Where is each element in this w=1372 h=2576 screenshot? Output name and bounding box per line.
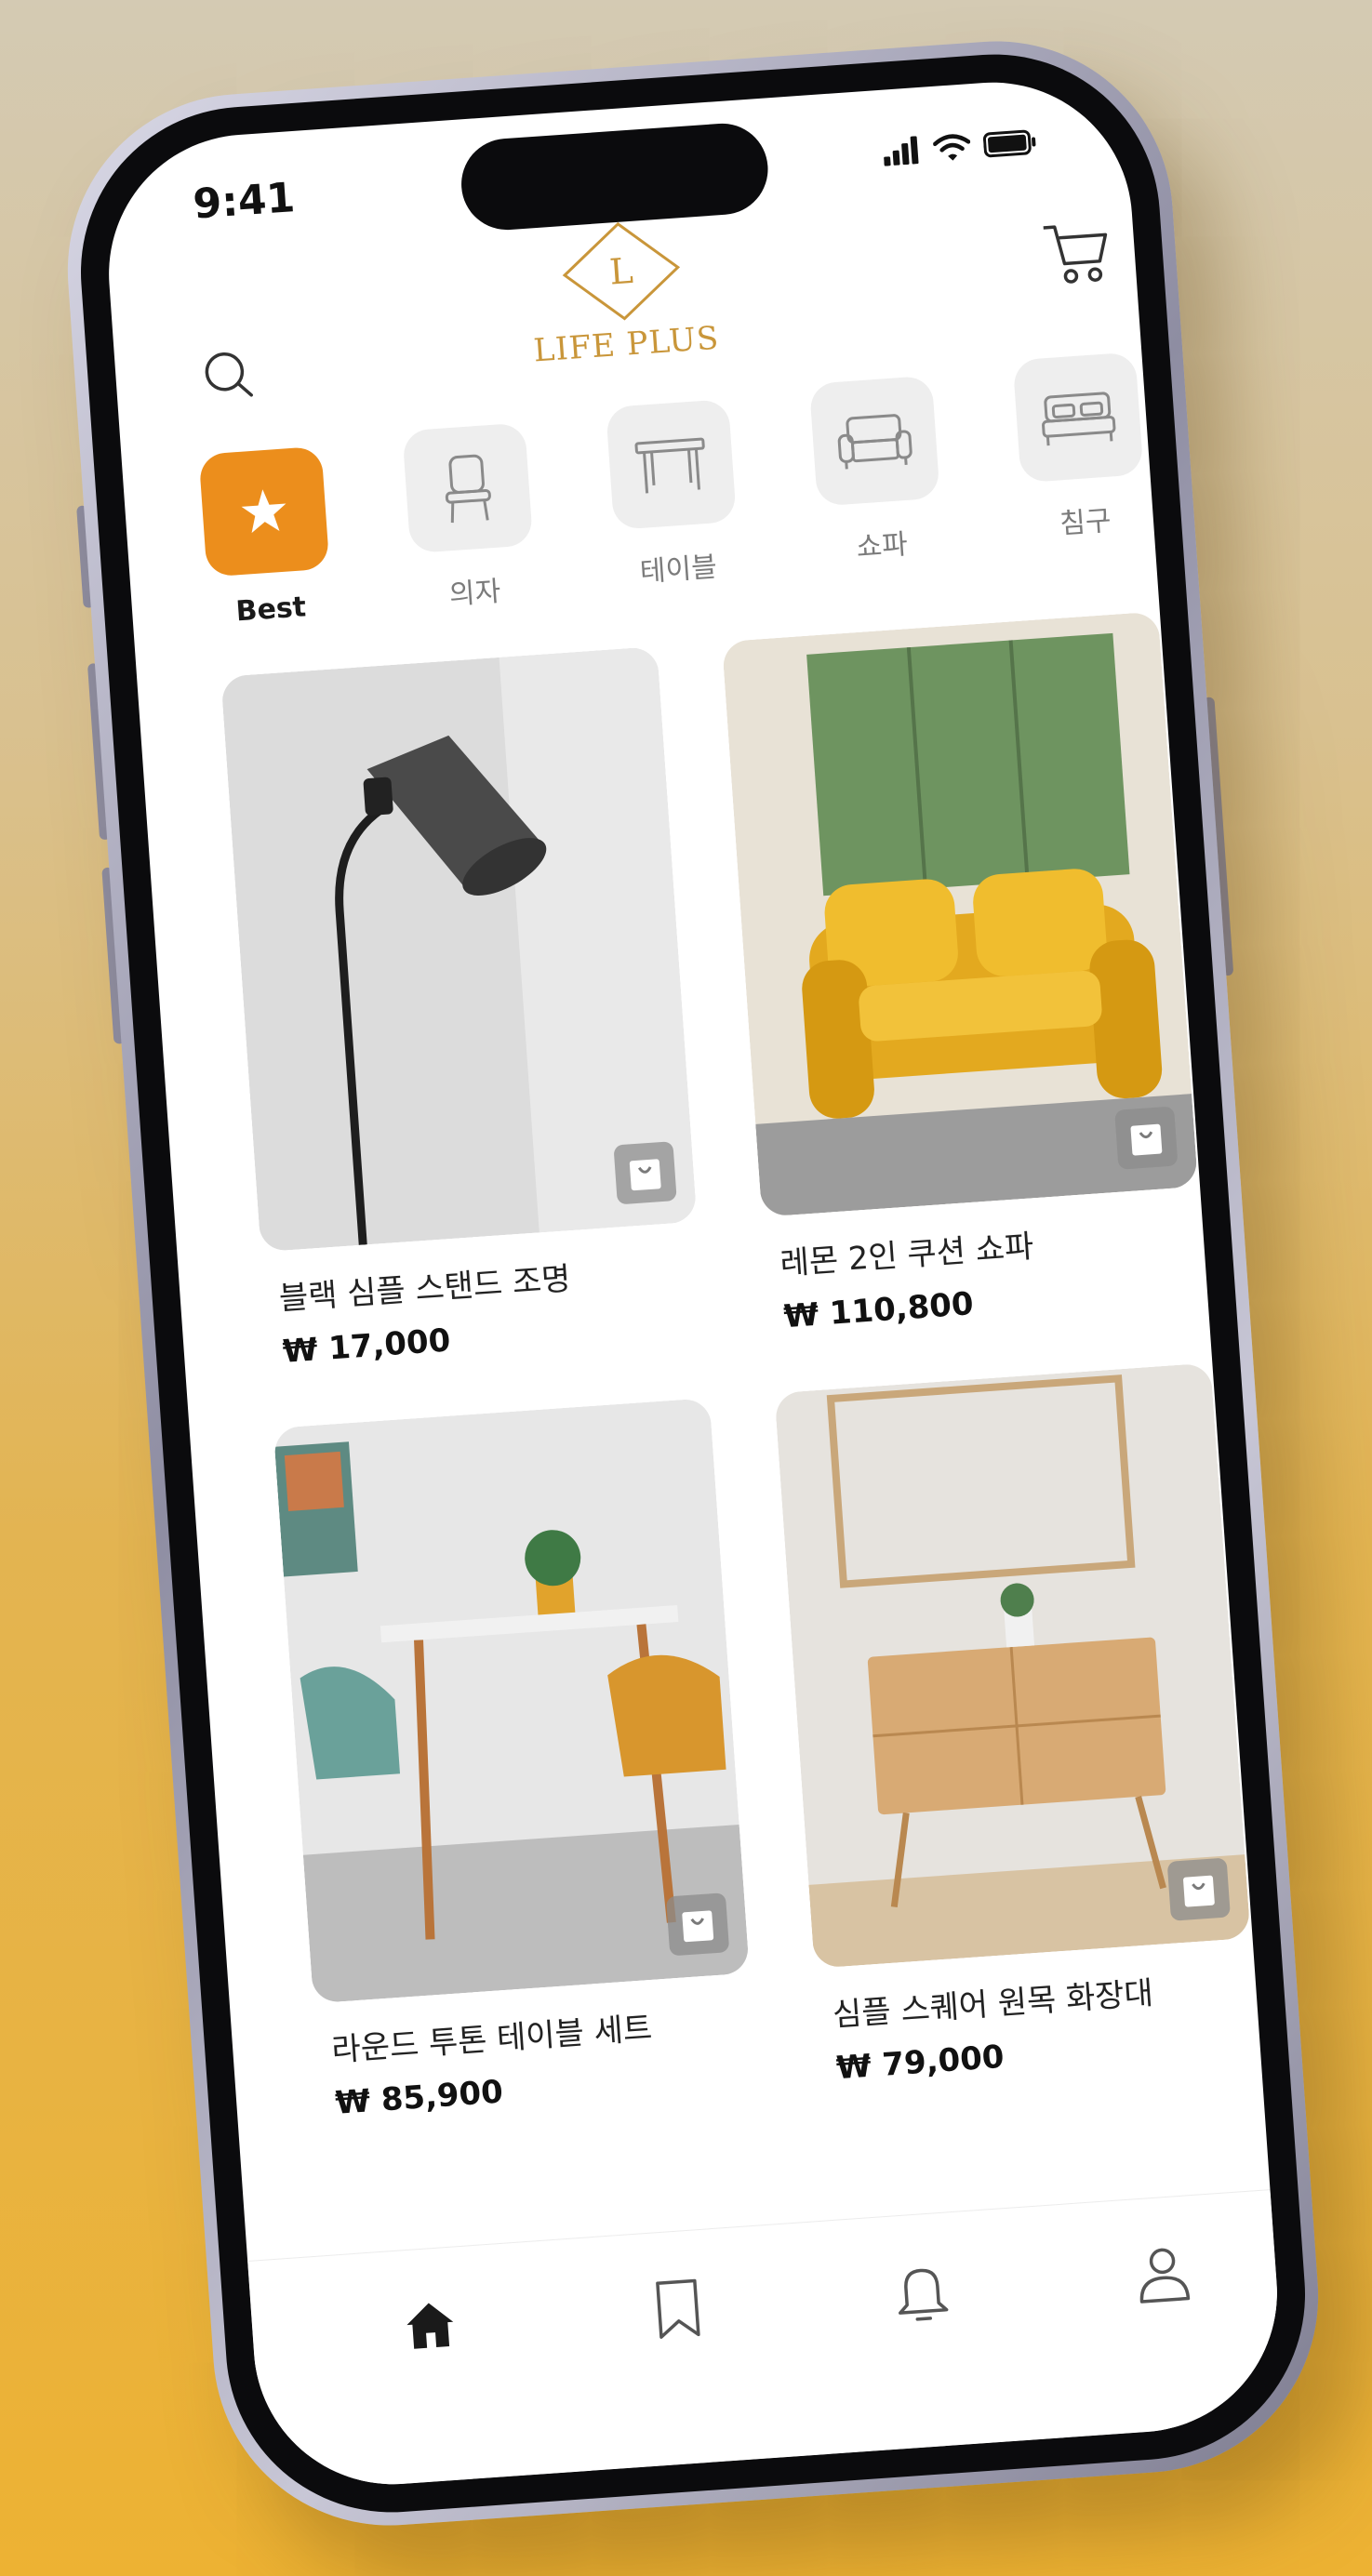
product-card[interactable]: 라운드 투톤 테이블 세트 ₩ 85,900: [273, 1398, 758, 2123]
home-icon[interactable]: [399, 2293, 460, 2355]
logo-diamond-icon: L: [562, 221, 681, 321]
add-to-cart-button[interactable]: [613, 1141, 677, 1205]
product-image[interactable]: [273, 1398, 750, 2004]
category-label: Best: [234, 591, 308, 629]
product-name: 블랙 심플 스탠드 조명: [277, 1260, 572, 1319]
cart-icon[interactable]: [1037, 214, 1116, 293]
phone-mockup: 9:41 L LIFE PLUS Best 의자 테이블 쇼파 침구 조 블랙 …: [56, 29, 1330, 2538]
shopping-bag-icon: [1183, 1875, 1215, 1907]
category-icon-box: [606, 399, 737, 530]
bell-icon[interactable]: [891, 2259, 952, 2324]
profile-icon[interactable]: [1132, 2242, 1193, 2307]
category-bar: Best 의자 테이블 쇼파 침구 조: [160, 328, 1286, 628]
status-time: 9:41: [192, 174, 297, 229]
category-lighting[interactable]: 조: [1207, 327, 1286, 521]
sofa-icon: [837, 414, 912, 470]
wifi-icon: [932, 134, 971, 161]
category-sofa[interactable]: 쇼파: [801, 375, 952, 568]
shopping-bag-icon: [682, 1910, 714, 1943]
chair-icon: [445, 454, 491, 524]
category-label: 침구: [1059, 504, 1112, 541]
shopping-bag-icon: [1130, 1123, 1163, 1156]
product-card[interactable]: 심플 스퀘어 원목 화장대 ₩ 79,000: [774, 1362, 1259, 2088]
category-table[interactable]: 테이블: [597, 398, 749, 591]
product-card[interactable]: 블랙 심플 스탠드 조명 ₩ 17,000: [220, 646, 705, 1372]
product-image[interactable]: [774, 1362, 1251, 1969]
category-label: 테이블: [638, 551, 718, 590]
bed-icon: [1042, 392, 1116, 446]
category-best[interactable]: Best: [191, 445, 342, 631]
shopping-bag-icon: [629, 1159, 661, 1191]
category-icon-box: [1012, 352, 1144, 484]
category-bedding[interactable]: 침구: [1005, 352, 1156, 545]
logo-letter: L: [608, 250, 634, 293]
dynamic-island: [458, 120, 771, 233]
battery-icon: [982, 129, 1036, 158]
bookmark-icon[interactable]: [650, 2277, 706, 2342]
category-label: 쇼파: [855, 528, 909, 564]
category-icon-box: [198, 445, 330, 578]
brand-logo[interactable]: L LIFE PLUS: [525, 214, 720, 370]
logo-wordmark: LIFE PLUS: [532, 319, 721, 370]
category-label: 의자: [447, 575, 502, 612]
category-icon-box: [808, 375, 940, 507]
product-name: 심플 스퀘어 원목 화장대: [831, 1974, 1155, 2035]
product-card[interactable]: 레몬 2인 쿠션 쇼파 ₩ 110,800: [721, 611, 1206, 1336]
add-to-cart-button[interactable]: [1166, 1857, 1231, 1921]
category-chair[interactable]: 의자: [393, 422, 545, 616]
category-icon-box: [1216, 328, 1286, 459]
status-icons: [883, 127, 1039, 166]
table-icon: [634, 437, 705, 494]
product-image[interactable]: [721, 611, 1199, 1217]
search-icon[interactable]: [200, 346, 260, 405]
add-to-cart-button[interactable]: [1114, 1106, 1179, 1170]
add-to-cart-button[interactable]: [665, 1892, 730, 1957]
product-name: 라운드 투톤 테이블 세트: [330, 2010, 654, 2070]
product-name: 레몬 2인 쿠션 쇼파: [779, 1228, 1035, 1283]
app-screen: 9:41 L LIFE PLUS Best 의자 테이블 쇼파 침구 조 블랙 …: [100, 73, 1286, 2494]
product-image[interactable]: [220, 646, 698, 1253]
category-icon-box: [402, 422, 534, 554]
star-icon: [241, 489, 286, 534]
category-label: 조: [1274, 482, 1286, 517]
signal-icon: [884, 136, 919, 166]
